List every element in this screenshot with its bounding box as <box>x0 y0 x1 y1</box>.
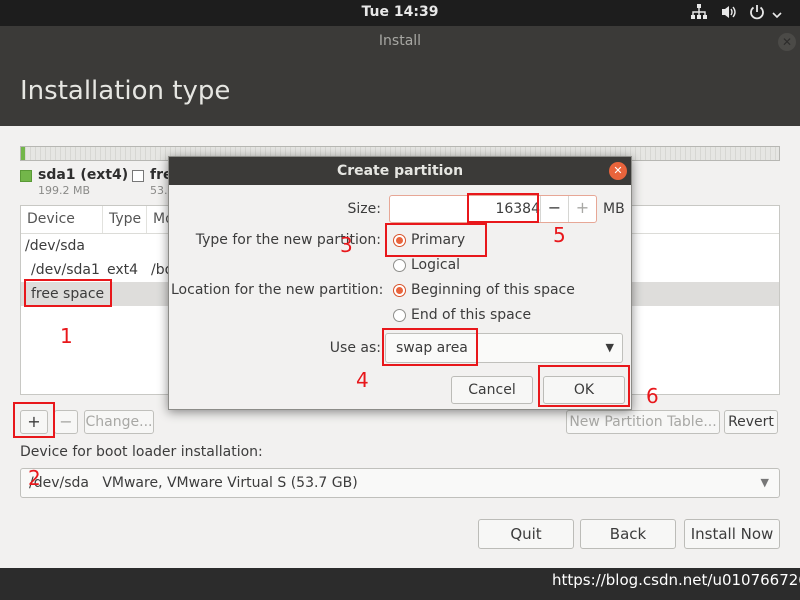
column-device[interactable]: Device <box>21 206 103 233</box>
annotation-number-4: 4 <box>356 368 369 392</box>
annotation-box-6 <box>538 365 630 407</box>
legend-label-free: free space <box>150 167 168 183</box>
annotation-box-3 <box>385 223 487 257</box>
dropdown-arrow-icon: ▼ <box>760 476 769 489</box>
annotation-number-5: 5 <box>553 223 566 247</box>
legend-size-sda1: 199.2 MB <box>38 184 91 197</box>
clock[interactable]: Tue 14:39 <box>0 4 800 20</box>
legend-label-sda1: sda1 (ext4) <box>38 167 129 183</box>
legend-swatch-sda1 <box>20 170 32 182</box>
annotation-number-3: 3 <box>340 233 353 257</box>
window-title: Install <box>378 33 422 49</box>
window-close-button[interactable]: ✕ <box>778 33 796 51</box>
dialog-title: Create partition <box>169 157 631 185</box>
legend-size-free: 53.5 GB <box>150 184 168 197</box>
power-icon[interactable] <box>748 3 766 25</box>
column-type[interactable]: Type <box>103 206 147 233</box>
back-button[interactable]: Back <box>580 519 676 549</box>
boot-loader-select[interactable]: /dev/sda VMware, VMware Virtual S (53.7 … <box>20 468 780 498</box>
remove-partition-button[interactable]: − <box>54 410 78 434</box>
page-title: Installation type <box>20 76 231 106</box>
radio-beginning[interactable] <box>393 284 406 297</box>
radio-logical-label[interactable]: Logical <box>411 257 460 273</box>
legend-swatch-free <box>132 170 144 182</box>
annotation-box-5 <box>467 193 539 223</box>
close-icon: ✕ <box>613 164 623 177</box>
volume-icon[interactable] <box>720 3 738 25</box>
cancel-button[interactable]: Cancel <box>451 376 533 404</box>
radio-end-label[interactable]: End of this space <box>411 307 531 323</box>
cell-device: /dev/sda <box>25 238 85 254</box>
annotation-box-2 <box>13 402 55 438</box>
radio-logical[interactable] <box>393 259 406 272</box>
new-partition-table-button[interactable]: New Partition Table... <box>566 410 720 434</box>
partition-location-label: Location for the new partition: <box>171 282 384 298</box>
annotation-number-6: 6 <box>646 384 659 408</box>
change-partition-button[interactable]: Change... <box>84 410 154 434</box>
size-decrement-button[interactable]: − <box>540 196 568 222</box>
quit-button[interactable]: Quit <box>478 519 574 549</box>
boot-loader-label: Device for boot loader installation: <box>20 444 263 460</box>
close-icon: ✕ <box>781 35 793 49</box>
dropdown-arrow-icon: ▼ <box>605 341 614 354</box>
watermark: https://blog.csdn.net/u010766726 <box>552 571 800 589</box>
radio-end[interactable] <box>393 309 406 322</box>
install-now-button[interactable]: Install Now <box>684 519 780 549</box>
dialog-close-button[interactable]: ✕ <box>609 162 627 180</box>
chevron-down-icon[interactable] <box>772 6 782 24</box>
disk-segment-sda1 <box>21 147 25 160</box>
annotation-number-2: 2 <box>28 466 41 490</box>
size-unit: MB <box>603 201 625 217</box>
size-increment-button[interactable]: + <box>568 196 596 222</box>
annotation-number-1: 1 <box>60 324 73 348</box>
size-label: Size: <box>347 201 381 217</box>
top-bar: Tue 14:39 <box>0 0 800 26</box>
revert-button[interactable]: Revert <box>724 410 778 434</box>
use-as-label: Use as: <box>329 340 381 356</box>
boot-loader-value: /dev/sda VMware, VMware Virtual S (53.7 … <box>29 475 358 491</box>
page-header: Installation type <box>0 58 800 126</box>
radio-beginning-label[interactable]: Beginning of this space <box>411 282 575 298</box>
annotation-box-4 <box>382 328 478 366</box>
annotation-box-1 <box>24 279 112 307</box>
window-titlebar: Install ✕ <box>0 26 800 58</box>
network-icon[interactable] <box>690 3 708 25</box>
